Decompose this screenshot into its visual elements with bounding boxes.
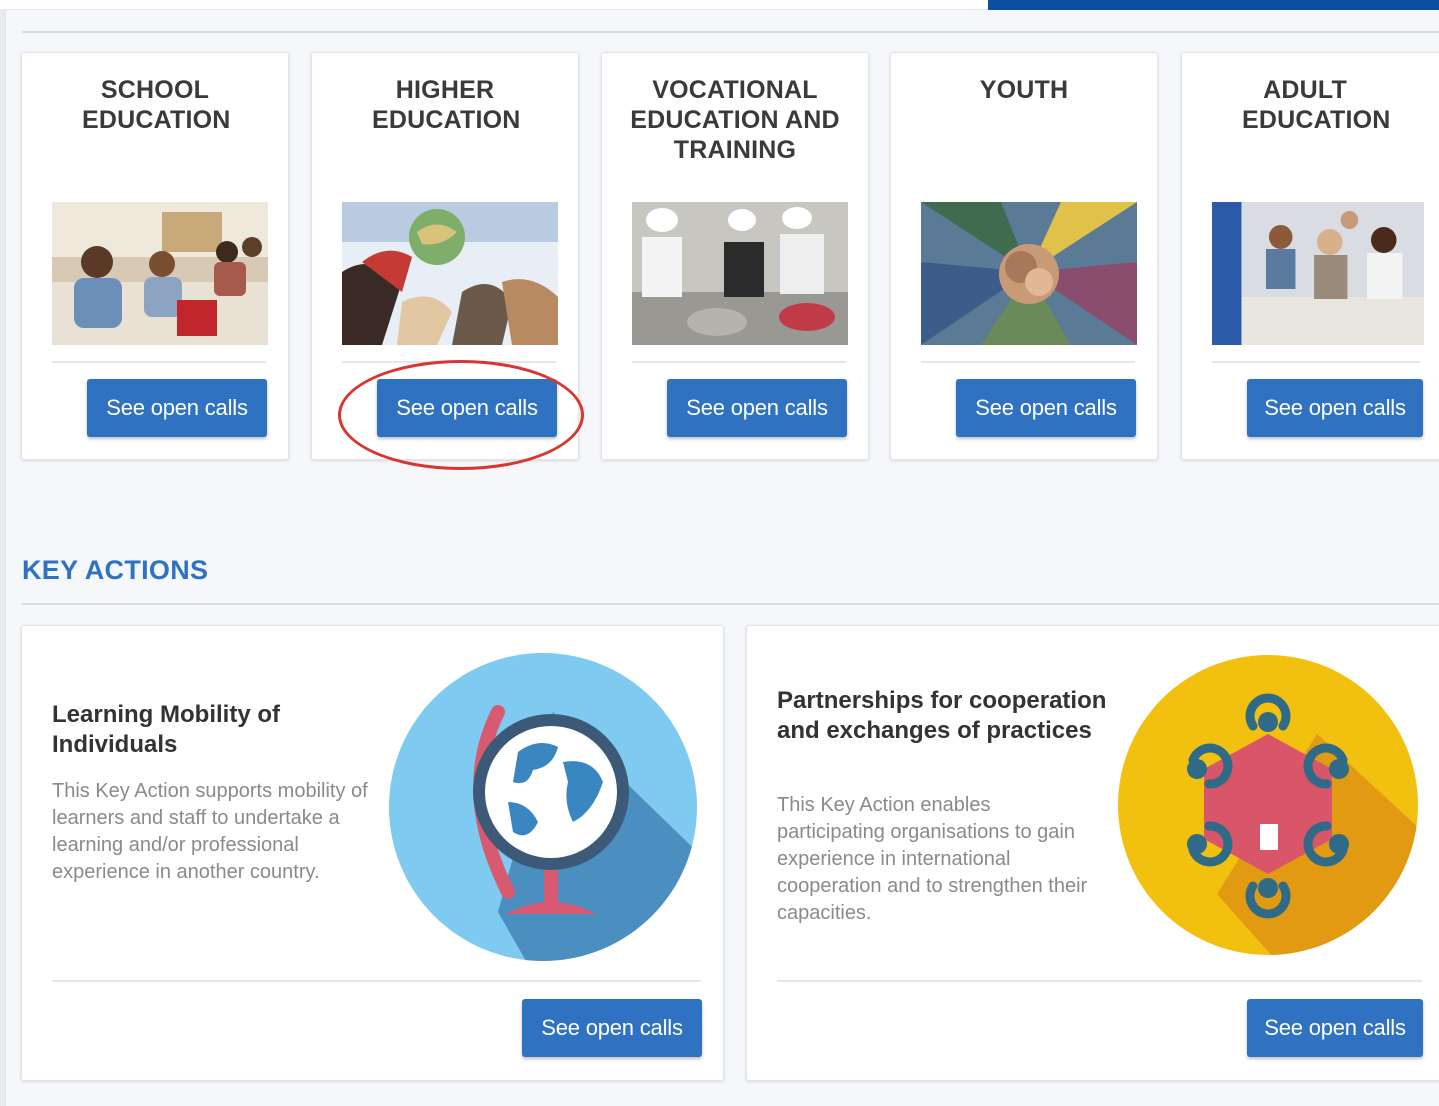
higher-education-photo bbox=[342, 202, 558, 345]
sector-title: ADULT EDUCATION bbox=[1242, 76, 1391, 134]
sector-card-adult-education: ADULT EDUCATION See open calls bbox=[1181, 52, 1439, 460]
card-divider bbox=[52, 980, 701, 982]
key-action-card-partnerships: Partnerships for cooperation and exchang… bbox=[746, 625, 1439, 1081]
brand-bar bbox=[988, 0, 1439, 10]
adult-education-photo bbox=[1212, 202, 1424, 345]
header-strip bbox=[0, 0, 988, 10]
card-divider bbox=[1212, 361, 1420, 363]
key-action-description: This Key Action enables participating or… bbox=[777, 794, 1088, 924]
see-open-calls-button[interactable]: See open calls bbox=[377, 379, 557, 437]
vocational-education-photo bbox=[632, 202, 848, 345]
sector-title: VOCATIONAL EDUCATION AND TRAINING bbox=[630, 76, 840, 164]
key-action-title: Partnerships for cooperation and exchang… bbox=[777, 687, 1107, 744]
page-left-border bbox=[0, 10, 6, 1106]
youth-photo bbox=[921, 202, 1137, 345]
card-divider bbox=[342, 361, 556, 363]
card-divider bbox=[52, 361, 266, 363]
key-action-description: This Key Action supports mobility of lea… bbox=[52, 780, 368, 883]
card-divider bbox=[777, 980, 1422, 982]
sector-card-school-education: SCHOOL EDUCATION See open calls bbox=[21, 52, 289, 460]
sector-title: HIGHER EDUCATION bbox=[372, 76, 521, 134]
key-action-card-learning-mobility: Learning Mobility of Individuals This Ke… bbox=[21, 625, 724, 1081]
key-actions-divider bbox=[22, 603, 1439, 605]
school-education-photo bbox=[52, 202, 268, 345]
see-open-calls-button[interactable]: See open calls bbox=[522, 999, 702, 1057]
see-open-calls-button[interactable]: See open calls bbox=[87, 379, 267, 437]
see-open-calls-button[interactable]: See open calls bbox=[1247, 379, 1423, 437]
sector-title: SCHOOL EDUCATION bbox=[82, 76, 231, 134]
sector-card-vocational-education: VOCATIONAL EDUCATION AND TRAINING See op… bbox=[601, 52, 869, 460]
see-open-calls-button[interactable]: See open calls bbox=[1247, 999, 1423, 1057]
card-divider bbox=[632, 361, 846, 363]
key-action-title: Learning Mobility of Individuals bbox=[52, 701, 280, 758]
see-open-calls-button[interactable]: See open calls bbox=[956, 379, 1136, 437]
top-divider bbox=[22, 31, 1439, 33]
globe-icon bbox=[388, 652, 704, 962]
sector-card-higher-education: HIGHER EDUCATION See open calls bbox=[311, 52, 579, 460]
see-open-calls-button[interactable]: See open calls bbox=[667, 379, 847, 437]
sector-card-youth: YOUTH See open calls bbox=[890, 52, 1158, 460]
card-divider bbox=[921, 361, 1135, 363]
meeting-table-icon bbox=[1117, 654, 1419, 956]
key-actions-heading: KEY ACTIONS bbox=[22, 555, 209, 585]
sector-title: YOUTH bbox=[979, 76, 1069, 104]
